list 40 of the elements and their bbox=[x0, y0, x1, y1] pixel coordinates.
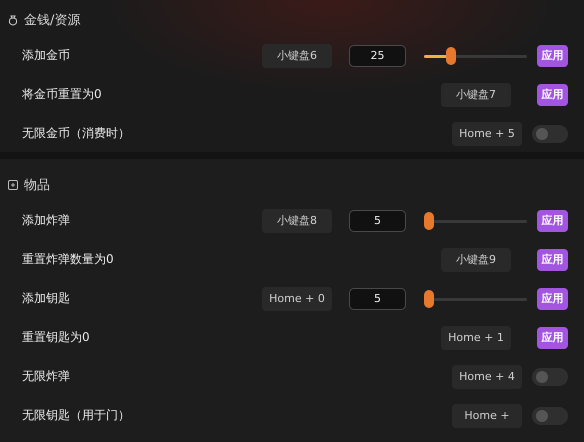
option-label: 将金币重置为0 bbox=[22, 86, 103, 103]
hotkey-button[interactable]: Home + 4 bbox=[452, 364, 522, 388]
apply-button[interactable]: 应用 bbox=[537, 288, 568, 310]
box-icon bbox=[8, 180, 18, 190]
apply-button[interactable]: 应用 bbox=[537, 84, 568, 106]
hotkey-button[interactable]: Home + bbox=[452, 404, 522, 428]
option-label: 重置钥匙为0 bbox=[22, 329, 91, 346]
hotkey-button[interactable]: 小键盘9 bbox=[441, 248, 511, 272]
toggle-switch[interactable] bbox=[532, 368, 568, 386]
option-label: 无限钥匙（用于门） bbox=[22, 407, 131, 424]
slider-track[interactable] bbox=[424, 212, 527, 230]
option-label: 添加金币 bbox=[22, 47, 71, 64]
slider-thumb[interactable] bbox=[446, 46, 456, 64]
slider-thumb[interactable] bbox=[424, 212, 434, 230]
slider-track[interactable] bbox=[424, 46, 527, 64]
slider-track[interactable] bbox=[424, 290, 527, 308]
option-label: 添加炸弹 bbox=[22, 212, 71, 229]
apply-button[interactable]: 应用 bbox=[537, 210, 568, 232]
bag-icon bbox=[8, 14, 18, 26]
toggle-switch[interactable] bbox=[532, 406, 568, 424]
apply-button[interactable]: 应用 bbox=[537, 248, 568, 270]
option-label: 无限金币（消费时） bbox=[22, 125, 131, 142]
slider-thumb[interactable] bbox=[424, 290, 434, 308]
hotkey-button[interactable]: Home + 1 bbox=[441, 326, 511, 350]
option-label: 无限炸弹 bbox=[22, 368, 71, 385]
hotkey-button[interactable]: 小键盘8 bbox=[262, 208, 332, 232]
value-field[interactable]: 5 bbox=[349, 210, 406, 232]
value-field[interactable]: 5 bbox=[349, 288, 406, 310]
hotkey-button[interactable]: 小键盘7 bbox=[441, 82, 511, 106]
toggle-switch[interactable] bbox=[532, 124, 568, 142]
option-label: 添加钥匙 bbox=[22, 290, 71, 307]
hotkey-button[interactable]: 小键盘6 bbox=[262, 44, 332, 68]
option-label: 重置炸弹数量为0 bbox=[22, 251, 115, 268]
hotkey-button[interactable]: Home + 5 bbox=[452, 122, 522, 146]
section-title: 物品 bbox=[24, 177, 50, 194]
value-field[interactable]: 25 bbox=[349, 44, 406, 66]
section-title: 金钱/资源 bbox=[24, 12, 80, 29]
hotkey-button[interactable]: Home + 0 bbox=[262, 286, 332, 310]
apply-button[interactable]: 应用 bbox=[537, 326, 568, 348]
apply-button[interactable]: 应用 bbox=[537, 44, 568, 66]
